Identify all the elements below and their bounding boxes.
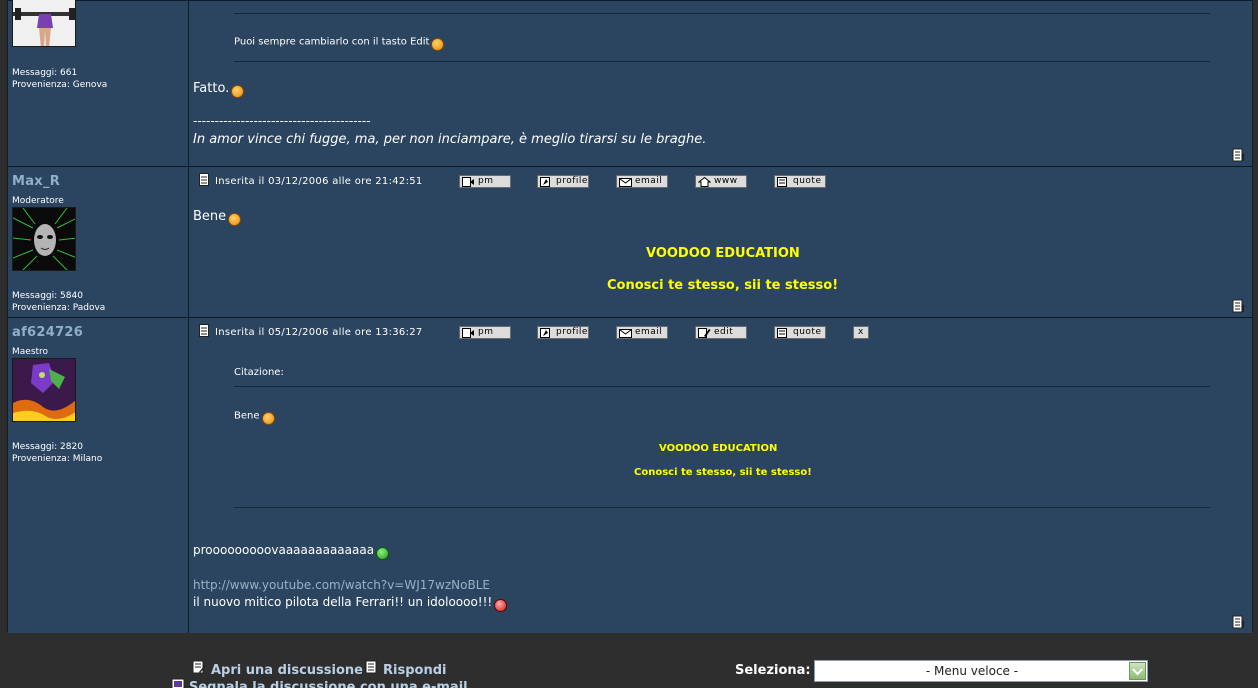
post-message-2: il nuovo mitico pilota della Ferrari!! u… bbox=[193, 595, 508, 612]
smiley-icon bbox=[494, 599, 508, 612]
quote-divider bbox=[234, 507, 1210, 508]
signature-subtitle: Conosci te stesso, sii te stesso! bbox=[607, 278, 839, 293]
username[interactable]: af624726 bbox=[12, 325, 83, 340]
quick-menu-value: - Menu veloce - bbox=[925, 664, 1019, 678]
quick-menu-select[interactable]: - Menu veloce - bbox=[814, 660, 1148, 682]
avatar[interactable] bbox=[12, 358, 76, 422]
email-icon bbox=[619, 329, 632, 338]
pm-icon bbox=[462, 177, 474, 187]
post-2-author-panel: Max_R Moderatore Messaggi: 5840 Provenie… bbox=[8, 167, 189, 317]
location: Provenienza: Milano bbox=[12, 454, 103, 464]
edit-icon bbox=[698, 328, 711, 338]
profile-button[interactable]: profile bbox=[537, 175, 589, 188]
profile-button[interactable]: profile bbox=[537, 326, 589, 339]
location: Provenienza: Padova bbox=[12, 303, 106, 313]
username[interactable]: Max_R bbox=[12, 174, 60, 189]
signature-title: VOODOO EDUCATION bbox=[646, 246, 800, 261]
post-1-content: Puoi sempre cambiarlo con il tasto Edit … bbox=[189, 1, 1252, 166]
delete-button[interactable]: x bbox=[853, 326, 869, 339]
youtube-link[interactable]: http://www.youtube.com/watch?v=WJ17wzNoB… bbox=[193, 578, 490, 592]
post-date: Inserita il 05/12/2006 alle ore 13:36:27 bbox=[215, 327, 423, 338]
location: Provenienza: Genova bbox=[12, 80, 108, 90]
back-to-top-icon[interactable] bbox=[1232, 148, 1246, 162]
open-discussion-link[interactable]: Apri una discussione bbox=[211, 663, 363, 678]
back-to-top-icon[interactable] bbox=[1232, 299, 1246, 313]
post-message: Bene bbox=[193, 209, 242, 226]
edit-button[interactable]: edit bbox=[695, 326, 747, 339]
avatar[interactable] bbox=[12, 0, 76, 47]
quote-signature-subtitle: Conosci te stesso, sii te stesso! bbox=[634, 467, 812, 478]
back-to-top-icon[interactable] bbox=[1232, 615, 1246, 629]
user-rank: Moderatore bbox=[12, 196, 64, 206]
smiley-icon bbox=[431, 38, 445, 51]
quote-divider bbox=[234, 386, 1210, 387]
quote-label: Citazione: bbox=[234, 367, 284, 378]
smiley-icon bbox=[231, 85, 245, 98]
post-2-content: Inserita il 03/12/2006 alle ore 21:42:51… bbox=[189, 167, 1252, 317]
post-document-icon bbox=[199, 173, 209, 186]
messages-count: Messaggi: 661 bbox=[12, 68, 78, 78]
www-button[interactable]: www bbox=[695, 175, 747, 188]
reply-icon[interactable] bbox=[365, 660, 379, 674]
post-2: Max_R Moderatore Messaggi: 5840 Provenie… bbox=[8, 167, 1252, 318]
pm-button[interactable]: pm bbox=[459, 175, 511, 188]
email-icon bbox=[619, 178, 632, 187]
post-message: prooooooooovaaaaaaaaaaaaa bbox=[193, 543, 390, 560]
quick-menu-label: Seleziona: bbox=[735, 663, 811, 678]
messages-count: Messaggi: 5840 bbox=[12, 291, 83, 301]
quote-button[interactable]: quote bbox=[774, 175, 826, 188]
report-discussion-link[interactable]: Segnala la discussione con una e-mail bbox=[189, 680, 468, 688]
post-1-author-panel: Messaggi: 661 Provenienza: Genova bbox=[8, 0, 189, 166]
new-topic-icon[interactable] bbox=[192, 660, 206, 674]
home-icon bbox=[698, 177, 711, 187]
smiley-icon bbox=[261, 412, 275, 425]
forum-thread-table: Messaggi: 661 Provenienza: Genova Puoi s… bbox=[7, 0, 1253, 633]
profile-icon bbox=[540, 328, 550, 338]
pm-icon bbox=[462, 328, 474, 338]
post-3-content: Inserita il 05/12/2006 alle ore 13:36:27… bbox=[189, 318, 1252, 633]
signature-separator: ----------------------------------------… bbox=[193, 114, 371, 128]
quote-text: Puoi sempre cambiarlo con il tasto Edit bbox=[234, 35, 445, 51]
quote-divider bbox=[234, 13, 1210, 14]
post-1: Messaggi: 661 Provenienza: Genova Puoi s… bbox=[8, 0, 1252, 167]
user-rank: Maestro bbox=[12, 347, 49, 357]
reply-link[interactable]: Rispondi bbox=[383, 663, 446, 678]
profile-icon bbox=[540, 177, 550, 187]
quote-message: Bene bbox=[234, 409, 275, 425]
quote-divider bbox=[234, 61, 1210, 62]
avatar[interactable] bbox=[12, 207, 76, 271]
chevron-down-icon[interactable] bbox=[1129, 662, 1146, 680]
messages-count: Messaggi: 2820 bbox=[12, 442, 83, 452]
post-3-author-panel: af624726 Maestro Messaggi: 2820 Provenie… bbox=[8, 318, 189, 633]
email-topic-icon[interactable] bbox=[171, 678, 185, 688]
post-date: Inserita il 03/12/2006 alle ore 21:42:51 bbox=[215, 176, 423, 187]
quote-icon bbox=[777, 177, 787, 187]
post-3: af624726 Maestro Messaggi: 2820 Provenie… bbox=[8, 318, 1252, 633]
email-button[interactable]: email bbox=[616, 175, 668, 188]
pm-button[interactable]: pm bbox=[459, 326, 511, 339]
post-document-icon bbox=[199, 324, 209, 337]
email-button[interactable]: email bbox=[616, 326, 668, 339]
signature: In amor vince chi fugge, ma, per non inc… bbox=[193, 132, 707, 147]
quote-signature-title: VOODOO EDUCATION bbox=[659, 443, 778, 454]
quote-button[interactable]: quote bbox=[774, 326, 826, 339]
smiley-icon bbox=[376, 547, 390, 560]
quote-icon bbox=[777, 328, 787, 338]
post-message: Fatto. bbox=[193, 81, 245, 98]
smiley-icon bbox=[228, 213, 242, 226]
